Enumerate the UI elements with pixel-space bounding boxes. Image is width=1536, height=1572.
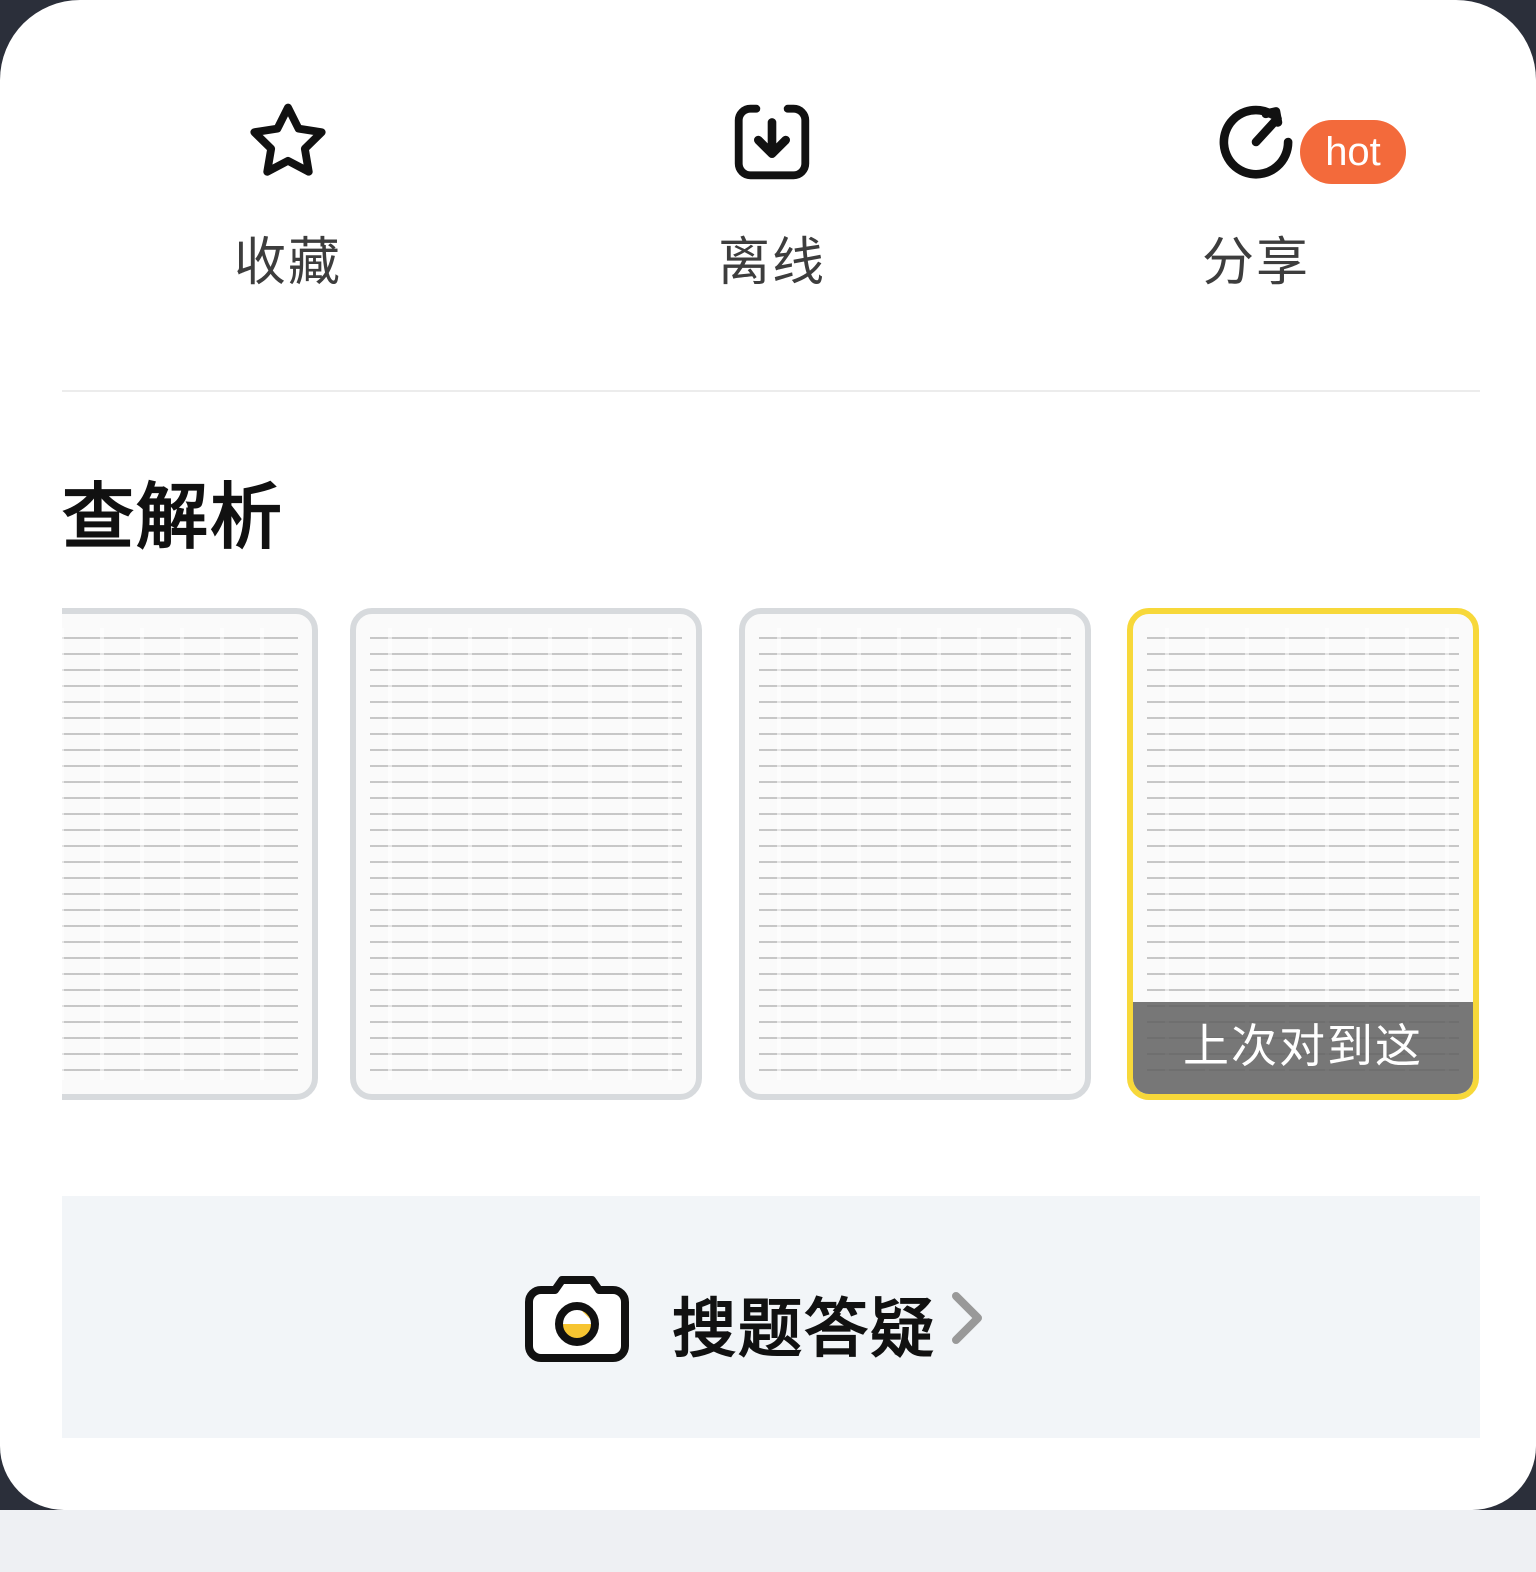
favorite-button[interactable]: 收藏: [178, 80, 398, 300]
bottom-sheet: 收藏 离线 分享 hot 查解析 上次对到这 搜题答疑: [0, 0, 1536, 1510]
page-thumbnail[interactable]: [739, 608, 1091, 1100]
hot-badge: hot: [1300, 120, 1406, 184]
page-thumbnail-current[interactable]: 上次对到这: [1127, 608, 1479, 1100]
page-thumbnail[interactable]: [350, 608, 702, 1100]
action-bar: 收藏 离线 分享 hot: [0, 80, 1536, 310]
page-thumbnail[interactable]: [62, 608, 318, 1100]
share-label: 分享: [1201, 233, 1310, 293]
share-button[interactable]: 分享: [1146, 80, 1366, 300]
camera-icon: [525, 1276, 629, 1362]
divider: [62, 390, 1480, 392]
resume-banner: 上次对到这: [1133, 1002, 1473, 1094]
page-thumbnails[interactable]: 上次对到这: [62, 608, 1482, 1103]
offline-label: 离线: [717, 233, 826, 293]
download-icon: [734, 104, 810, 180]
favorite-label: 收藏: [233, 233, 342, 293]
search-question-label: 搜题答疑: [672, 1293, 936, 1367]
section-title: 查解析: [62, 475, 285, 559]
offline-button[interactable]: 离线: [662, 80, 882, 300]
search-question-button[interactable]: 搜题答疑: [62, 1196, 1480, 1438]
share-icon: [1219, 105, 1293, 179]
page-background: [0, 1510, 1536, 1572]
chevron-right-icon: [952, 1292, 982, 1344]
star-icon: [250, 103, 326, 176]
